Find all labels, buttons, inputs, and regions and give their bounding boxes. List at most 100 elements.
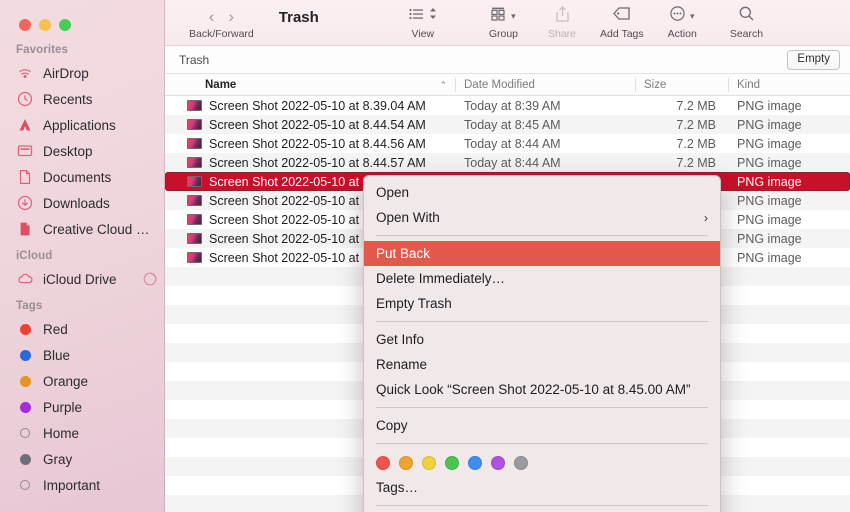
add-tags-label: Add Tags — [600, 28, 644, 40]
table-row[interactable]: Screen Shot 2022-05-10 at 8.39.04 AM Toda… — [165, 96, 850, 115]
png-thumbnail-icon — [187, 252, 202, 263]
sidebar-item-airdrop[interactable]: AirDrop — [0, 60, 165, 86]
menu-item-rename[interactable]: Rename — [364, 352, 720, 377]
column-header-kind[interactable]: Kind — [728, 74, 850, 96]
menu-item-tags[interactable]: Tags… — [364, 475, 720, 500]
menu-item-delete-immediately[interactable]: Delete Immediately… — [364, 266, 720, 291]
tag-color-swatch[interactable] — [491, 456, 505, 470]
menu-item-open-with[interactable]: Open With › — [364, 205, 720, 230]
menu-item-label: Open With — [376, 210, 440, 225]
table-row[interactable]: Screen Shot 2022-05-10 at 8.44.56 AM Toda… — [165, 134, 850, 153]
menu-item-copy[interactable]: Copy — [364, 413, 720, 438]
tag-color-swatch[interactable] — [445, 456, 459, 470]
nav-buttons: ‹ › Back/Forward — [189, 0, 254, 41]
menu-separator — [376, 321, 708, 322]
sync-progress-icon — [143, 272, 157, 286]
chevron-down-icon: ▾ — [511, 10, 516, 21]
tag-dot-icon — [16, 372, 34, 390]
column-headers: Name ⌃ Date Modified Size Kind — [165, 74, 850, 96]
view-label: View — [411, 28, 435, 40]
file-name-label: Screen Shot 2022-05-10 at 8.44.54 AM — [209, 117, 426, 132]
cloud-icon — [16, 270, 34, 288]
file-kind-cell: PNG image — [737, 250, 802, 265]
sidebar-item-label: Home — [43, 425, 80, 441]
file-name-label: Screen Shot 2022-05-10 at 8 — [209, 212, 370, 227]
png-thumbnail-icon — [187, 214, 202, 225]
png-thumbnail-icon — [187, 119, 202, 130]
sidebar-item-blue[interactable]: Blue — [0, 342, 165, 368]
action-ellipsis-icon — [670, 6, 685, 26]
view-button[interactable]: View — [409, 0, 437, 40]
sidebar-item-home[interactable]: Home — [0, 420, 165, 446]
sidebar-item-label: Desktop — [43, 143, 93, 159]
sidebar-item-orange[interactable]: Orange — [0, 368, 165, 394]
tag-dot-hollow-icon — [16, 424, 34, 442]
sidebar-item-label: iCloud Drive — [43, 271, 117, 287]
menu-separator — [376, 235, 708, 236]
finder-window: Favorites AirDrop Recents Applications Deskt… — [0, 0, 850, 512]
search-label: Search — [729, 28, 764, 40]
menu-item-quick-look-screen-shot-2022-05-10-at-8-4[interactable]: Quick Look “Screen Shot 2022-05-10 at 8.… — [364, 377, 720, 402]
sidebar-item-creative-cloud-fil[interactable]: Creative Cloud Fil… — [0, 216, 165, 242]
group-button[interactable]: ▾ Group — [489, 0, 518, 40]
menu-item-open[interactable]: Open — [364, 180, 720, 205]
tag-color-swatch[interactable] — [399, 456, 413, 470]
chevron-right-icon[interactable]: › — [228, 8, 234, 25]
sidebar-item-red[interactable]: Red — [0, 316, 165, 342]
file-kind-cell: PNG image — [737, 98, 802, 113]
tag-color-swatch[interactable] — [468, 456, 482, 470]
sidebar-item-purple[interactable]: Purple — [0, 394, 165, 420]
tag-color-swatch[interactable] — [422, 456, 436, 470]
file-name-cell: Screen Shot 2022-05-10 at 8.39.04 AM — [165, 99, 455, 113]
action-button[interactable]: ▾ Action — [668, 0, 697, 40]
sidebar-item-recents[interactable]: Recents — [0, 86, 165, 112]
sidebar-item-documents[interactable]: Documents — [0, 164, 165, 190]
file-size-cell: 7.2 MB — [676, 98, 716, 113]
tag-dot-icon — [16, 346, 34, 364]
sidebar-item-important[interactable]: Important — [0, 472, 165, 498]
menu-item-empty-trash[interactable]: Empty Trash — [364, 291, 720, 316]
share-button[interactable]: Share — [548, 0, 576, 40]
sidebar-item-applications[interactable]: Applications — [0, 112, 165, 138]
zoom-button[interactable] — [59, 19, 71, 31]
nav-caption: Back/Forward — [189, 28, 254, 40]
file-kind-cell: PNG image — [737, 117, 802, 132]
file-name-label: Screen Shot 2022-05-10 at 8.44.57 AM — [209, 155, 426, 170]
tag-color-swatch[interactable] — [376, 456, 390, 470]
menu-item-label: Get Info — [376, 332, 425, 347]
file-name-label: Screen Shot 2022-05-10 at 8 — [209, 193, 370, 208]
chevron-left-icon[interactable]: ‹ — [209, 8, 215, 25]
sidebar-item-label: Creative Cloud Fil… — [43, 221, 157, 237]
sidebar-item-gray[interactable]: Gray — [0, 446, 165, 472]
sidebar-item-label: AirDrop — [43, 65, 89, 81]
menu-item-put-back[interactable]: Put Back — [364, 241, 720, 266]
add-tags-button[interactable]: Add Tags — [600, 0, 644, 40]
tag-color-swatch[interactable] — [514, 456, 528, 470]
search-button[interactable]: Search — [730, 0, 763, 40]
menu-item-get-info[interactable]: Get Info — [364, 327, 720, 352]
sidebar-item-label: Applications — [43, 117, 116, 133]
sidebar-section-title: iCloud — [16, 250, 53, 262]
file-size-cell: 7.2 MB — [676, 155, 716, 170]
chevron-down-icon: ▾ — [689, 10, 695, 21]
file-name-label: Screen Shot 2022-05-10 at 8.39.04 AM — [209, 98, 426, 113]
column-header-size[interactable]: Size — [635, 74, 728, 96]
empty-trash-button[interactable]: Empty — [787, 50, 840, 70]
file-date-cell: Today at 8:39 AM — [464, 98, 561, 113]
sidebar-item-desktop[interactable]: Desktop — [0, 138, 165, 164]
menu-separator — [376, 443, 708, 444]
sidebar-item-icloud-drive[interactable]: iCloud Drive — [0, 266, 165, 292]
table-row[interactable]: Screen Shot 2022-05-10 at 8.44.54 AM Toda… — [165, 115, 850, 134]
file-kind-cell: PNG image — [737, 193, 802, 208]
column-header-name[interactable]: Name ⌃ — [165, 74, 455, 96]
close-button[interactable] — [19, 19, 31, 31]
sidebar-item-downloads[interactable]: Downloads — [0, 190, 165, 216]
minimize-button[interactable] — [39, 19, 51, 31]
table-row[interactable]: Screen Shot 2022-05-10 at 8.44.57 AM Toda… — [165, 153, 850, 172]
png-thumbnail-icon — [187, 233, 202, 244]
tag-dot-icon — [16, 398, 34, 416]
column-header-date-modified[interactable]: Date Modified — [455, 74, 635, 96]
applications-icon — [16, 116, 34, 134]
desktop-icon — [16, 142, 34, 160]
group-icon — [491, 7, 506, 26]
